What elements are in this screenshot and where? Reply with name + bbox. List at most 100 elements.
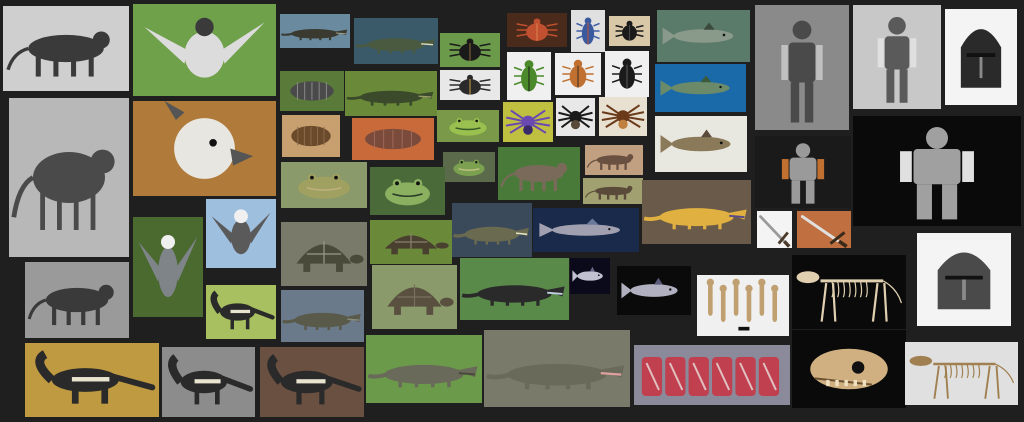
tortoise-rocks-icon bbox=[296, 241, 364, 272]
collage-tile bbox=[280, 14, 350, 48]
collage-tile bbox=[3, 6, 129, 91]
crocodile-jaws-icon bbox=[453, 226, 529, 245]
collage-tile bbox=[484, 330, 630, 407]
collage-tile bbox=[853, 5, 941, 109]
shark-deep-icon bbox=[539, 218, 620, 238]
collage-tile bbox=[206, 285, 276, 339]
frog-horned-icon bbox=[453, 159, 485, 176]
hercules-beetle-icon bbox=[449, 74, 491, 95]
collage-tile bbox=[352, 118, 434, 160]
stag-beetle-icon bbox=[449, 38, 491, 61]
collage-tile bbox=[945, 9, 1017, 105]
goblin-shark-side-icon bbox=[621, 277, 678, 299]
collage-tile bbox=[599, 97, 647, 136]
woodlouse-pink-icon bbox=[365, 128, 421, 150]
beetle-group-icon bbox=[516, 18, 558, 41]
orange-beetle-icon bbox=[562, 59, 594, 88]
frog-green-icon bbox=[449, 118, 487, 136]
skeleton-black-icon bbox=[796, 271, 903, 322]
collage-tile bbox=[697, 275, 789, 336]
collage-tile bbox=[570, 258, 610, 294]
komodo-dragon-icon bbox=[282, 312, 361, 331]
collage-tile bbox=[917, 233, 1011, 326]
collage-tile bbox=[571, 10, 605, 52]
dung-beetle-icon bbox=[615, 20, 644, 41]
collage-tile bbox=[503, 102, 553, 142]
isopod-icon bbox=[290, 81, 334, 101]
collage-tile bbox=[556, 98, 595, 136]
collage-tile bbox=[370, 220, 452, 264]
collage-tile bbox=[440, 33, 500, 67]
tortoise-grass-icon bbox=[384, 233, 449, 255]
collage-tile bbox=[260, 347, 364, 417]
collage-tile bbox=[792, 330, 906, 408]
collage-tile bbox=[366, 335, 482, 403]
collage-tile bbox=[905, 342, 1018, 405]
crocodile-bank-icon bbox=[346, 90, 434, 106]
collage-tile bbox=[583, 178, 643, 204]
collage-tile bbox=[133, 101, 276, 196]
woodlouse-orange-icon bbox=[291, 125, 331, 147]
armor-trio-icon bbox=[781, 143, 825, 204]
collage-tile bbox=[354, 18, 438, 64]
armor-suit-gallery-icon bbox=[781, 20, 823, 123]
thylacine-sepia-icon bbox=[6, 31, 110, 77]
collage-tile bbox=[507, 13, 567, 47]
collage-tile bbox=[755, 5, 849, 130]
anteater-zoo-icon bbox=[168, 354, 254, 405]
goblin-shark-icon bbox=[572, 266, 603, 282]
collage-tile bbox=[655, 64, 746, 112]
collage-tile bbox=[162, 347, 255, 417]
collage-tile bbox=[853, 116, 1021, 226]
collage-tile bbox=[452, 203, 532, 257]
harpy-eagle-flying-icon bbox=[144, 17, 265, 78]
sword-brown-icon bbox=[800, 215, 848, 248]
beetle-blue-icon bbox=[576, 17, 600, 45]
collage-tile bbox=[440, 70, 500, 100]
collage-tile bbox=[605, 51, 649, 97]
harpy-eagle-head-icon bbox=[164, 101, 254, 179]
bullfrog-icon bbox=[298, 173, 350, 199]
collage-tile bbox=[792, 255, 906, 329]
gar-fish-specimens-icon bbox=[660, 129, 731, 153]
collage-tile bbox=[609, 16, 650, 46]
bones-specimens-icon bbox=[706, 278, 779, 331]
purple-spider-icon bbox=[505, 109, 551, 135]
collage-tile bbox=[642, 180, 751, 244]
armor-helmet-icon bbox=[960, 29, 1002, 88]
collage-tile bbox=[133, 217, 203, 317]
harpy-eagle-branch-icon bbox=[211, 209, 271, 255]
collage-tile bbox=[757, 211, 792, 248]
collage-tile bbox=[498, 147, 580, 200]
pangolin-walking-icon bbox=[586, 154, 634, 170]
collage-tile bbox=[657, 10, 750, 62]
image-collage bbox=[0, 0, 1024, 422]
collage-tile bbox=[282, 115, 340, 157]
tortoise-giant-icon bbox=[387, 284, 454, 315]
collage-tile bbox=[280, 71, 344, 111]
collage-tile bbox=[555, 53, 601, 95]
gecko-icon bbox=[643, 208, 747, 230]
alligator-jaws-icon bbox=[355, 38, 435, 54]
skeleton-museum-icon bbox=[909, 355, 1015, 399]
collage-tile bbox=[655, 116, 747, 172]
skull-icon bbox=[810, 348, 888, 390]
collage-tile bbox=[617, 266, 691, 315]
anteater-walking-icon bbox=[35, 350, 156, 404]
collage-tile bbox=[372, 265, 457, 329]
collage-tile bbox=[281, 222, 367, 286]
collage-tile bbox=[9, 98, 129, 257]
armor-pair-icon bbox=[900, 127, 974, 220]
pangolin-grass-icon bbox=[584, 185, 633, 200]
sword-icon bbox=[759, 215, 791, 248]
frog-puddle-icon bbox=[385, 179, 430, 206]
collage-tile bbox=[370, 167, 445, 215]
pangolin-icon bbox=[500, 162, 568, 191]
collage-tile bbox=[755, 136, 851, 208]
harpy-eagle-perched-icon bbox=[138, 235, 198, 297]
tarantula-dark-icon bbox=[558, 105, 593, 130]
collage-tile bbox=[345, 71, 437, 116]
collage-tile bbox=[533, 208, 639, 252]
collage-tile bbox=[460, 258, 569, 320]
komodo-walking-icon bbox=[367, 364, 478, 388]
